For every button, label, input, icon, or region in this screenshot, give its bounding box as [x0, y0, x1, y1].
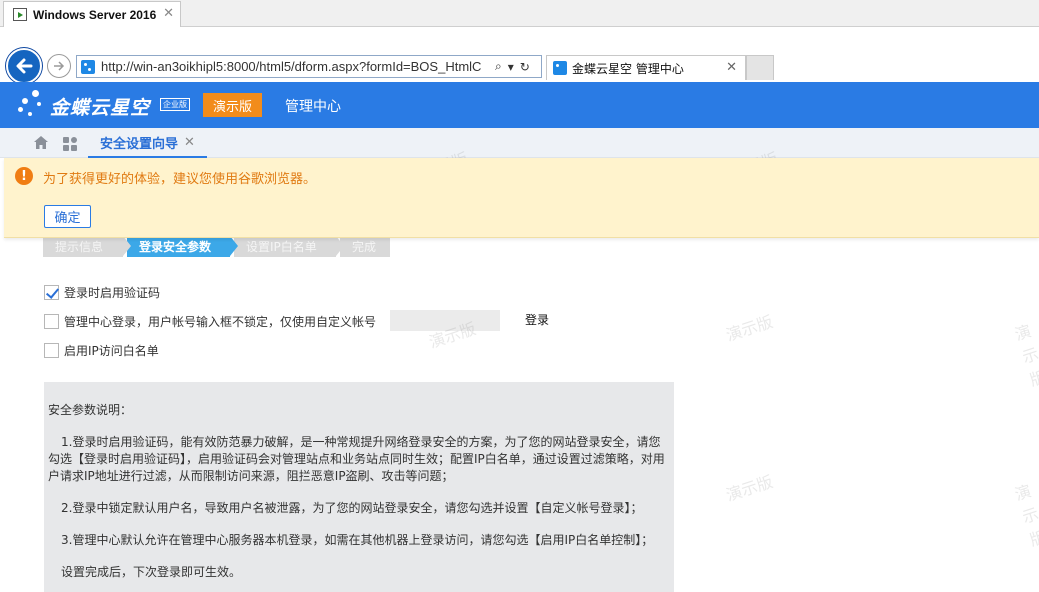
warning-icon: !: [15, 167, 33, 185]
step-finish: 完成: [340, 236, 390, 257]
demo-version-button[interactable]: 演示版: [203, 93, 262, 117]
app-header: 金蝶云星空 企业版 演示版 管理中心: [0, 82, 1039, 128]
address-url[interactable]: http://win-an3oikhipl5:8000/html5/dform.…: [101, 59, 491, 74]
watermark: 演示版: [723, 311, 776, 345]
ip-whitelist-label: 启用IP访问白名单: [64, 344, 159, 358]
apps-grid-icon[interactable]: [62, 136, 78, 152]
login-label: 登录: [525, 313, 550, 327]
vm-tab-bar: Windows Server 2016 ✕: [0, 0, 1039, 27]
info-heading: 安全参数说明：: [48, 403, 133, 417]
vm-window-icon: [13, 8, 27, 21]
tab-security-wizard[interactable]: 安全设置向导 ✕: [88, 128, 207, 158]
option-captcha[interactable]: 登录时启用验证码: [44, 284, 160, 301]
custom-account-checkbox[interactable]: [44, 314, 59, 329]
app-tab-strip: 安全设置向导 ✕: [0, 128, 1039, 158]
tab-close-icon[interactable]: ✕: [184, 135, 195, 150]
step-login-security: 登录安全参数: [127, 236, 238, 257]
screen: Windows Server 2016 ✕ http://win-an3oikh…: [0, 0, 1039, 592]
header-title: 管理中心: [285, 99, 341, 115]
custom-account-input[interactable]: [390, 310, 500, 331]
custom-account-label: 管理中心登录，用户帐号输入框不锁定，仅使用自定义帐号: [64, 315, 377, 329]
back-arrow-icon: [16, 58, 33, 74]
browser-tab-close-icon[interactable]: ✕: [726, 60, 737, 75]
wizard-steps: 提示信息 登录安全参数 设置IP白名单 完成: [43, 236, 394, 257]
home-icon[interactable]: [33, 135, 49, 150]
address-bar[interactable]: http://win-an3oikhipl5:8000/html5/dform.…: [76, 55, 542, 78]
info-paragraph-2: 2.登录中锁定默认用户名，导致用户名被泄露，为了您的网站登录安全，请您勾选并设置…: [61, 501, 643, 515]
vm-tab-title: Windows Server 2016: [33, 7, 157, 22]
vm-tab[interactable]: Windows Server 2016 ✕: [3, 1, 181, 27]
dropdown-icon[interactable]: ▾: [508, 60, 514, 74]
ip-whitelist-checkbox[interactable]: [44, 343, 59, 358]
vm-tab-close-icon[interactable]: ✕: [163, 6, 174, 21]
option-ip-whitelist[interactable]: 启用IP访问白名单: [44, 342, 159, 359]
watermark: 演示版: [1012, 481, 1039, 550]
watermark: 演示版: [1012, 321, 1039, 390]
step-intro: 提示信息: [43, 236, 131, 257]
back-button[interactable]: [6, 48, 42, 84]
browser-warning-banner: ! 为了获得更好的体验，建议您使用谷歌浏览器。 确定: [4, 158, 1039, 238]
step-ip-whitelist: 设置IP白名单: [234, 236, 344, 257]
info-paragraph-4: 设置完成后，下次登录即可生效。: [61, 565, 242, 579]
search-icon[interactable]: ⌕: [495, 59, 502, 74]
tab-label: 安全设置向导: [100, 136, 179, 152]
browser-tab[interactable]: 金蝶云星空 管理中心 ✕: [546, 55, 746, 80]
logo-dots-icon: [18, 88, 48, 122]
watermark: 演示版: [723, 471, 776, 505]
browser-toolbar: http://win-an3oikhipl5:8000/html5/dform.…: [0, 27, 1039, 84]
edition-badge: 企业版: [160, 98, 190, 111]
browser-tab-title: 金蝶云星空 管理中心: [572, 61, 684, 76]
captcha-checkbox[interactable]: [44, 285, 59, 300]
logo-text: 金蝶云星空: [50, 97, 151, 119]
option-custom-account[interactable]: 管理中心登录，用户帐号输入框不锁定，仅使用自定义帐号: [44, 313, 376, 330]
info-paragraph-3: 3.管理中心默认允许在管理中心服务器本机登录，如需在其他机器上登录访问，请您勾选…: [61, 533, 654, 547]
confirm-button[interactable]: 确定: [44, 205, 91, 228]
refresh-icon[interactable]: ↻: [520, 60, 530, 74]
forward-arrow-icon: [54, 61, 65, 71]
info-paragraph-1: 1.登录时启用验证码，能有效防范暴力破解，是一种常规提升网络登录安全的方案，为了…: [48, 435, 665, 483]
captcha-label: 登录时启用验证码: [64, 286, 161, 300]
site-favicon-icon: [81, 59, 95, 74]
tab-favicon-icon: [553, 61, 567, 75]
warning-message: 为了获得更好的体验，建议您使用谷歌浏览器。: [43, 172, 317, 187]
new-tab-button[interactable]: [746, 55, 774, 80]
security-info-panel: 安全参数说明： 1.登录时启用验证码，能有效防范暴力破解，是一种常规提升网络登录…: [44, 382, 674, 592]
address-tools: ⌕ ▾ ↻: [495, 59, 530, 74]
forward-button[interactable]: [47, 54, 71, 78]
